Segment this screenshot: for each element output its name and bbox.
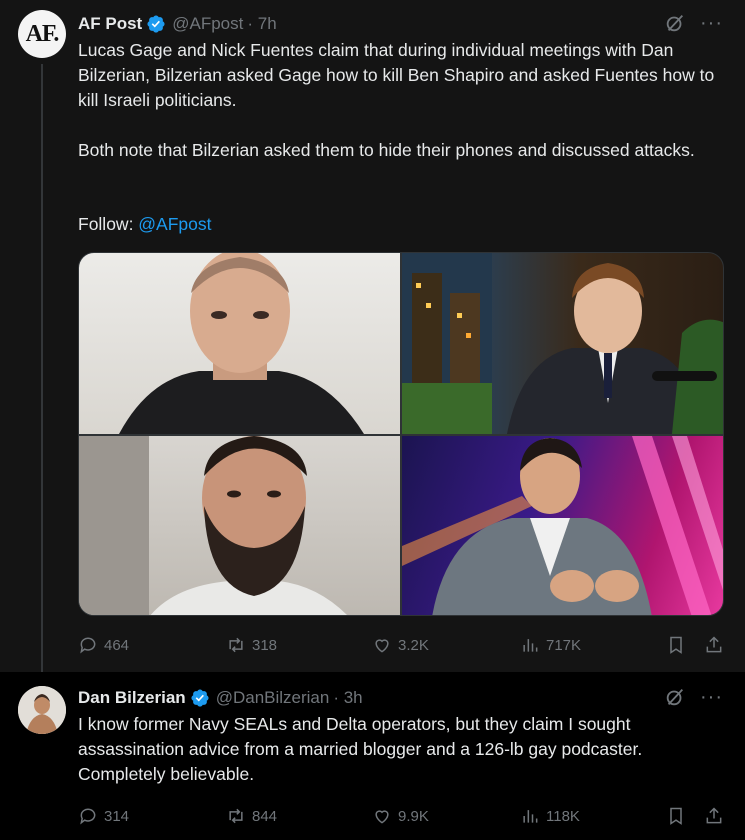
reply-icon bbox=[80, 808, 96, 825]
like-button[interactable]: 9.9K bbox=[372, 806, 429, 826]
media-image-2[interactable] bbox=[402, 253, 723, 434]
views-icon bbox=[523, 810, 538, 823]
thread-connector-line bbox=[41, 64, 43, 676]
retweet-icon bbox=[229, 808, 243, 824]
reply-count: 464 bbox=[104, 636, 130, 654]
tweet-header: Dan Bilzerian @DanBilzerian · 3h bbox=[78, 686, 363, 710]
bookmark-icon bbox=[670, 636, 682, 654]
media-image-4[interactable] bbox=[402, 436, 723, 615]
tweet-paragraph-1: Lucas Gage and Nick Fuentes claim that d… bbox=[78, 40, 715, 110]
tweet-time[interactable]: · 7h bbox=[247, 14, 276, 34]
media-image-1[interactable] bbox=[79, 253, 400, 434]
author-name[interactable]: Dan Bilzerian bbox=[78, 688, 186, 708]
views-count: 118K bbox=[546, 807, 580, 825]
tweet-text: I know former Navy SEALs and Delta opera… bbox=[78, 714, 643, 784]
tweet-dan-bilzerian[interactable]: Dan Bilzerian @DanBilzerian · 3h ··· I k… bbox=[0, 672, 745, 840]
more-icon[interactable]: ··· bbox=[700, 13, 723, 33]
tweet-actions: 464 318 3.2K 717K bbox=[78, 633, 724, 657]
like-count: 9.9K bbox=[398, 807, 429, 825]
reply-icon bbox=[80, 637, 96, 654]
retweet-count: 844 bbox=[252, 807, 278, 825]
grok-icon[interactable] bbox=[664, 12, 686, 34]
media-grid[interactable] bbox=[78, 252, 724, 616]
reply-count: 314 bbox=[104, 807, 130, 825]
tweet-header: AF Post @AFpost · 7h bbox=[78, 12, 277, 36]
retweet-button[interactable]: 318 bbox=[226, 635, 277, 655]
verified-badge-icon bbox=[191, 689, 209, 707]
bookmark-button[interactable] bbox=[666, 635, 686, 655]
tweet-top-actions: ··· bbox=[664, 12, 723, 34]
views-icon bbox=[523, 639, 538, 652]
follow-label: Follow: bbox=[78, 214, 139, 234]
retweet-count: 318 bbox=[252, 636, 278, 654]
bookmark-icon bbox=[670, 807, 682, 825]
author-name[interactable]: AF Post bbox=[78, 14, 142, 34]
follow-link[interactable]: @AFpost bbox=[138, 214, 211, 234]
tweet-actions: 314 844 9.9K 118K bbox=[78, 804, 724, 828]
heart-icon bbox=[375, 639, 389, 653]
tweet-af-post[interactable]: AF. AF Post @AFpost · 7h ··· Lucas Gage … bbox=[0, 0, 745, 676]
retweet-button[interactable]: 844 bbox=[226, 806, 277, 826]
retweet-icon bbox=[229, 637, 243, 653]
media-image-3[interactable] bbox=[79, 436, 400, 615]
reply-button[interactable]: 464 bbox=[78, 635, 129, 655]
share-button[interactable] bbox=[704, 806, 724, 826]
views-button[interactable]: 717K bbox=[520, 635, 581, 655]
bookmark-button[interactable] bbox=[666, 806, 686, 826]
share-icon bbox=[706, 807, 722, 824]
avatar[interactable] bbox=[18, 686, 66, 734]
reply-button[interactable]: 314 bbox=[78, 806, 129, 826]
like-count: 3.2K bbox=[398, 636, 429, 654]
author-handle[interactable]: @AFpost bbox=[172, 14, 243, 34]
grok-icon[interactable] bbox=[664, 686, 686, 708]
share-button[interactable] bbox=[704, 635, 724, 655]
avatar[interactable]: AF. bbox=[18, 10, 66, 58]
like-button[interactable]: 3.2K bbox=[372, 635, 429, 655]
views-count: 717K bbox=[546, 636, 582, 654]
avatar-logo-text: AF. bbox=[25, 20, 60, 47]
verified-badge-icon bbox=[147, 15, 165, 33]
tweet-paragraph-2: Both note that Bilzerian asked them to h… bbox=[78, 140, 695, 160]
share-icon bbox=[706, 636, 722, 653]
tweet-time[interactable]: · 3h bbox=[333, 688, 362, 708]
tweet-follow-line: Follow: @AFpost bbox=[78, 212, 718, 237]
tweet-top-actions: ··· bbox=[664, 686, 723, 708]
heart-icon bbox=[375, 810, 389, 824]
more-icon[interactable]: ··· bbox=[700, 687, 723, 707]
author-handle[interactable]: @DanBilzerian bbox=[216, 688, 330, 708]
views-button[interactable]: 118K bbox=[520, 806, 580, 826]
